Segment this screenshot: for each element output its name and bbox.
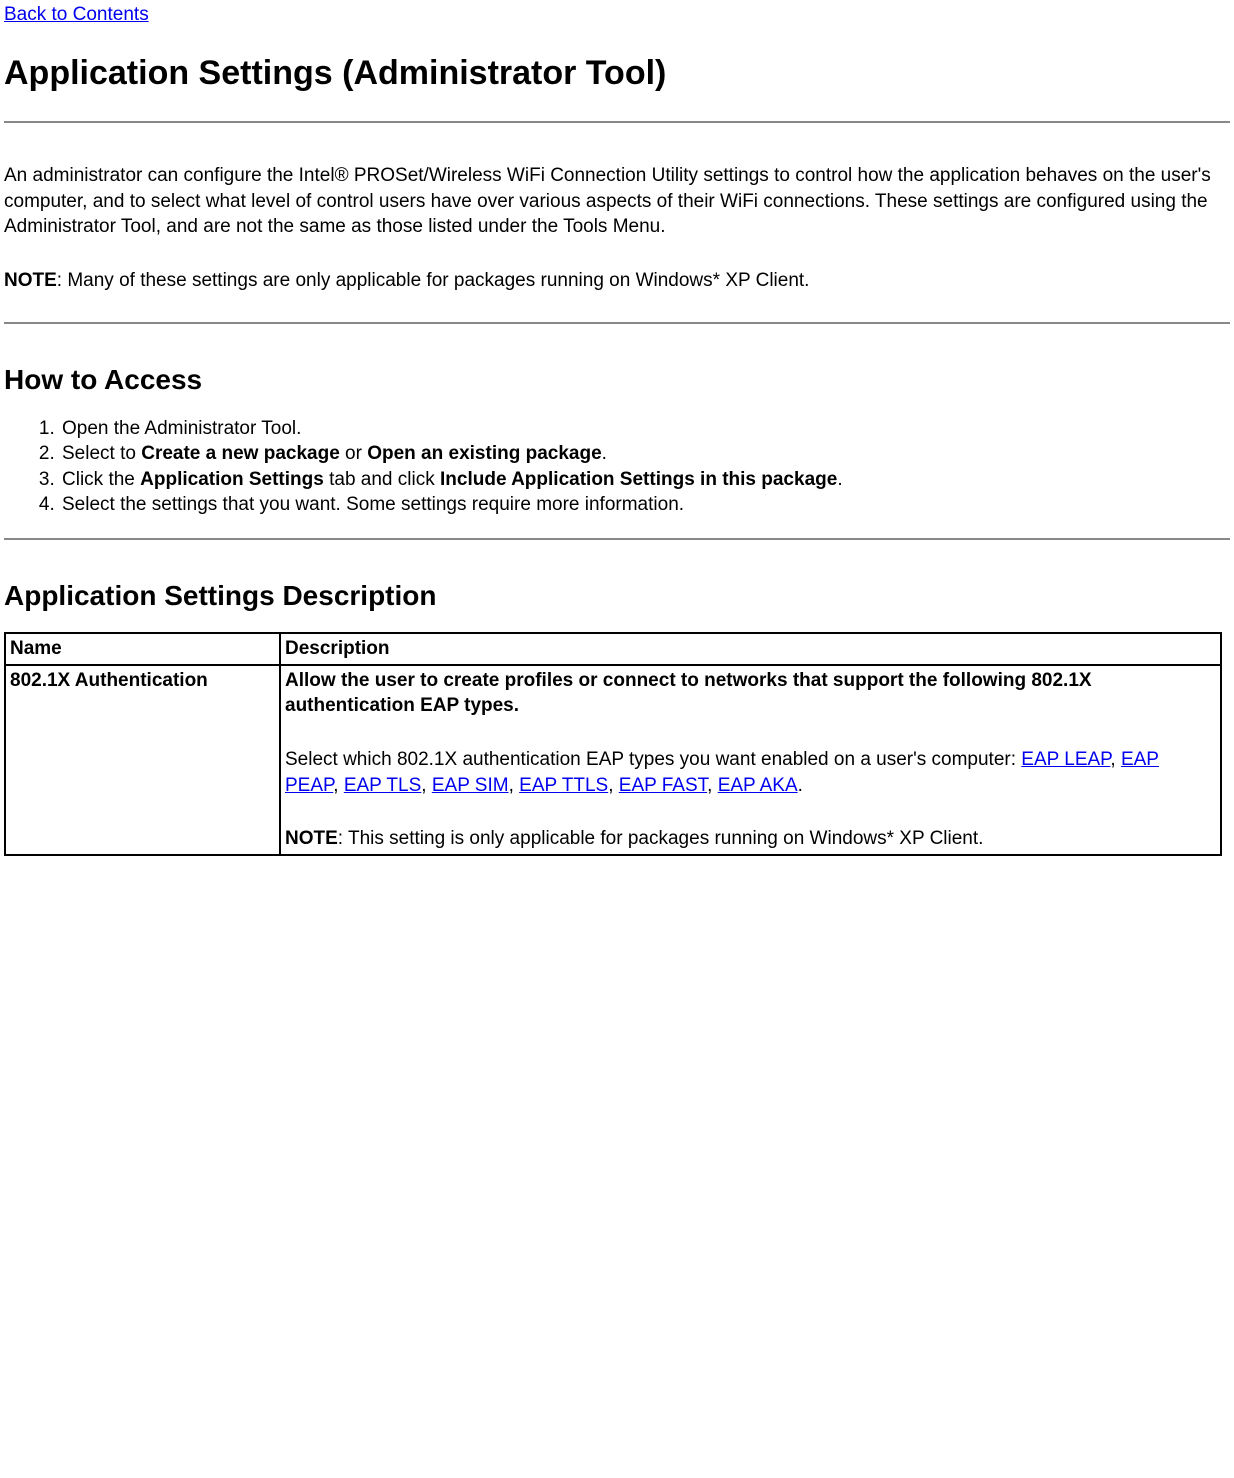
desc-bold-text: Allow the user to create profiles or con… xyxy=(285,668,1216,719)
table-header-description: Description xyxy=(280,633,1221,665)
eap-sim-link[interactable]: EAP SIM xyxy=(432,775,509,796)
eap-ttls-link[interactable]: EAP TTLS xyxy=(519,775,608,796)
list-item: Click the Application Settings tab and c… xyxy=(60,467,1230,493)
list-item-text: . xyxy=(837,469,842,490)
divider xyxy=(4,538,1230,540)
note-label: NOTE xyxy=(4,270,57,291)
list-item: Select the settings that you want. Some … xyxy=(60,492,1230,518)
list-item-text: . xyxy=(602,443,607,464)
note-paragraph: NOTE: Many of these settings are only ap… xyxy=(4,268,1230,294)
intro-paragraph: An administrator can configure the Intel… xyxy=(4,163,1230,240)
divider xyxy=(4,121,1230,123)
settings-table: Name Description 802.1X Authentication A… xyxy=(4,632,1222,856)
eap-aka-link[interactable]: EAP AKA xyxy=(718,775,798,796)
divider xyxy=(4,322,1230,324)
eap-fast-link[interactable]: EAP FAST xyxy=(619,775,707,796)
list-item-bold: Include Application Settings in this pac… xyxy=(440,469,837,490)
how-to-access-heading: How to Access xyxy=(4,364,1230,396)
how-to-access-list: Open the Administrator Tool. Select to C… xyxy=(4,416,1230,519)
setting-name-cell: 802.1X Authentication xyxy=(5,665,280,855)
table-header-name: Name xyxy=(5,633,280,665)
desc-links-para: Select which 802.1X authentication EAP t… xyxy=(285,747,1216,798)
list-item-bold: Open an existing package xyxy=(367,443,601,464)
note-label: NOTE xyxy=(285,828,338,849)
list-item: Select to Create a new package or Open a… xyxy=(60,441,1230,467)
setting-description-cell: Allow the user to create profiles or con… xyxy=(280,665,1221,855)
eap-leap-link[interactable]: EAP LEAP xyxy=(1021,749,1110,770)
note-text: : Many of these settings are only applic… xyxy=(57,270,810,291)
page-title: Application Settings (Administrator Tool… xyxy=(4,54,1230,93)
list-item-text: Click the xyxy=(62,469,140,490)
list-item-bold: Create a new package xyxy=(141,443,340,464)
list-item-text: Select to xyxy=(62,443,141,464)
desc-note: NOTE: This setting is only applicable fo… xyxy=(285,826,1216,852)
table-header-row: Name Description xyxy=(5,633,1221,665)
desc-pre-text: Select which 802.1X authentication EAP t… xyxy=(285,749,1021,770)
list-item-text: tab and click xyxy=(324,469,440,490)
list-item: Open the Administrator Tool. xyxy=(60,416,1230,442)
list-item-text: Open the Administrator Tool. xyxy=(62,418,301,439)
eap-tls-link[interactable]: EAP TLS xyxy=(344,775,421,796)
app-settings-desc-heading: Application Settings Description xyxy=(4,580,1230,612)
list-item-bold: Application Settings xyxy=(140,469,324,490)
note-text: : This setting is only applicable for pa… xyxy=(338,828,984,849)
list-item-text: or xyxy=(340,443,367,464)
list-item-text: Select the settings that you want. Some … xyxy=(62,494,684,515)
table-row: 802.1X Authentication Allow the user to … xyxy=(5,665,1221,855)
back-to-contents-link[interactable]: Back to Contents xyxy=(4,4,149,25)
